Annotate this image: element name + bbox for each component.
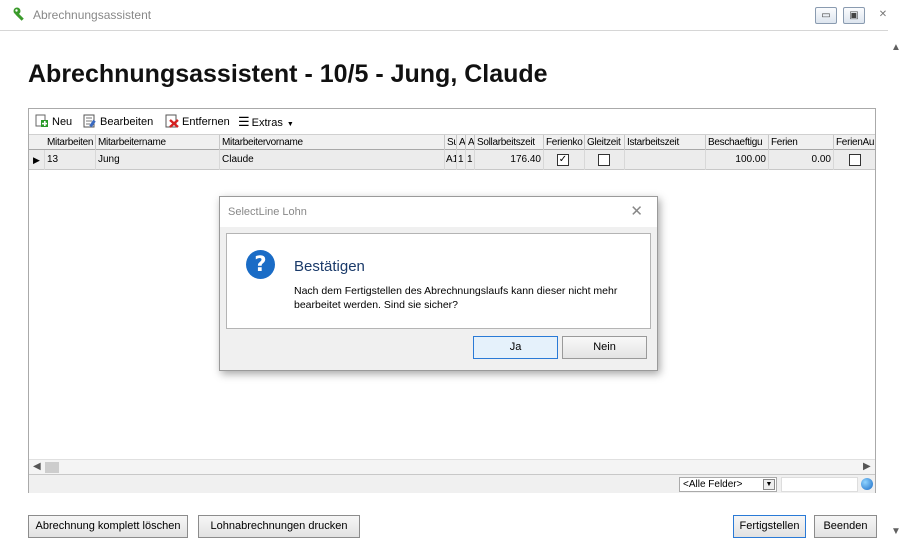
close-icon[interactable]: ✕ bbox=[630, 202, 643, 220]
cell-su[interactable]: A1 bbox=[445, 150, 457, 170]
filter-search-input[interactable] bbox=[781, 477, 858, 492]
delete-icon bbox=[165, 114, 179, 128]
no-button[interactable]: Nein bbox=[562, 336, 647, 359]
column-header[interactable]: Istarbeitszeit bbox=[625, 135, 706, 150]
menu-icon: ☰ bbox=[238, 114, 250, 129]
cell-ferienko[interactable]: ✓ bbox=[544, 150, 585, 170]
cell-ferien[interactable]: 0.00 bbox=[769, 150, 834, 170]
checkbox[interactable] bbox=[849, 154, 861, 166]
dialog-title: SelectLine Lohn bbox=[228, 206, 307, 218]
checkbox[interactable] bbox=[598, 154, 610, 166]
dialog-title-bar: SelectLine Lohn ✕ bbox=[220, 197, 657, 227]
dialog-body: ? Bestätigen Nach dem Fertigstellen des … bbox=[226, 233, 651, 329]
dialog-heading: Bestätigen bbox=[294, 258, 365, 275]
remove-label: Entfernen bbox=[182, 116, 230, 128]
scroll-thumb[interactable] bbox=[45, 462, 59, 473]
question-icon: ? bbox=[246, 250, 275, 279]
extras-menu[interactable]: ☰ Extras ▼ bbox=[238, 114, 294, 130]
column-header[interactable]: Gleitzeit bbox=[585, 135, 625, 150]
delete-all-button[interactable]: Abrechnung komplett löschen bbox=[28, 515, 188, 538]
filter-bar: <Alle Felder> ▼ bbox=[29, 474, 875, 493]
column-header[interactable]: Ferienko bbox=[544, 135, 585, 150]
cell-a1[interactable]: 1 bbox=[457, 150, 466, 170]
column-header[interactable]: Sollarbeitszeit bbox=[475, 135, 544, 150]
add-icon bbox=[35, 114, 48, 127]
column-header[interactable]: Mitarbeitername bbox=[96, 135, 220, 150]
edit-label: Bearbeiten bbox=[100, 116, 154, 128]
column-header[interactable]: FerienAu bbox=[834, 135, 875, 150]
chevron-down-icon: ▼ bbox=[286, 121, 294, 128]
maximize-button[interactable]: ▣ bbox=[843, 7, 865, 24]
confirm-dialog: SelectLine Lohn ✕ ? Bestätigen Nach dem … bbox=[219, 196, 658, 371]
cell-nr[interactable]: 13 bbox=[45, 150, 96, 170]
cell-vorname[interactable]: Claude bbox=[220, 150, 445, 170]
column-header[interactable]: Beschaeftigu bbox=[706, 135, 769, 150]
close-button[interactable]: ✕ bbox=[872, 7, 894, 24]
scroll-down-icon[interactable]: ▼ bbox=[891, 526, 901, 537]
minimize-button[interactable]: ▭ bbox=[815, 7, 837, 24]
cell-name[interactable]: Jung bbox=[96, 150, 220, 170]
cell-soll[interactable]: 176.40 bbox=[475, 150, 544, 170]
field-filter-select[interactable]: <Alle Felder> ▼ bbox=[679, 477, 777, 492]
scroll-left-icon[interactable]: ◀ bbox=[33, 461, 41, 472]
grid-header: Mitarbeiten Mitarbeitername Mitarbeiterv… bbox=[29, 134, 875, 150]
edit-icon bbox=[83, 114, 96, 128]
horizontal-scrollbar[interactable]: ◀ ▶ bbox=[29, 459, 875, 474]
finish-button[interactable]: Fertigstellen bbox=[733, 515, 806, 538]
field-filter-value: <Alle Felder> bbox=[683, 479, 743, 490]
extras-label: Extras bbox=[251, 117, 283, 129]
vertical-scrollbar[interactable]: ▲ ▼ bbox=[888, 30, 903, 543]
yes-button[interactable]: Ja bbox=[473, 336, 558, 359]
remove-button[interactable]: Entfernen bbox=[165, 114, 230, 130]
cell-gleitzeit[interactable] bbox=[585, 150, 625, 170]
cell-ist[interactable] bbox=[625, 150, 706, 170]
exit-button[interactable]: Beenden bbox=[814, 515, 877, 538]
chevron-down-icon[interactable]: ▼ bbox=[763, 479, 775, 490]
page-title: Abrechnungsassistent - 10/5 - Jung, Clau… bbox=[28, 60, 548, 88]
row-indicator-icon: ▶ bbox=[29, 150, 45, 170]
globe-icon[interactable] bbox=[861, 478, 873, 490]
cell-ferienau[interactable] bbox=[834, 150, 875, 170]
edit-button[interactable]: Bearbeiten bbox=[83, 114, 153, 130]
new-button[interactable]: Neu bbox=[35, 114, 72, 130]
dialog-message: Nach dem Fertigstellen des Abrechnungsla… bbox=[294, 285, 618, 311]
scroll-up-icon[interactable]: ▲ bbox=[891, 42, 901, 53]
title-bar: Abrechnungsassistent ▭ ▣ ✕ bbox=[0, 0, 903, 30]
column-header[interactable]: Su bbox=[445, 135, 457, 150]
table-row[interactable]: ▶ 13 Jung Claude A1 1 1 176.40 ✓ 100.00 … bbox=[29, 150, 875, 170]
column-header[interactable]: A bbox=[466, 135, 475, 150]
column-header[interactable]: A bbox=[457, 135, 466, 150]
cell-beschaeftigung[interactable]: 100.00 bbox=[706, 150, 769, 170]
new-label: Neu bbox=[52, 116, 73, 128]
print-payslips-button[interactable]: Lohnabrechnungen drucken bbox=[198, 515, 360, 538]
column-header[interactable]: Mitarbeiten bbox=[45, 135, 96, 150]
key-icon bbox=[13, 7, 24, 21]
column-header[interactable]: Mitarbeitervorname bbox=[220, 135, 445, 150]
checked-checkbox[interactable]: ✓ bbox=[557, 154, 569, 166]
scroll-right-icon[interactable]: ▶ bbox=[863, 461, 871, 472]
window-title: Abrechnungsassistent bbox=[33, 8, 152, 22]
grid-toolbar: Neu Bearbeiten Entfernen ☰ Extras ▼ bbox=[29, 109, 875, 134]
column-header[interactable]: Ferien bbox=[769, 135, 834, 150]
cell-a2[interactable]: 1 bbox=[466, 150, 475, 170]
title-divider bbox=[0, 30, 903, 31]
